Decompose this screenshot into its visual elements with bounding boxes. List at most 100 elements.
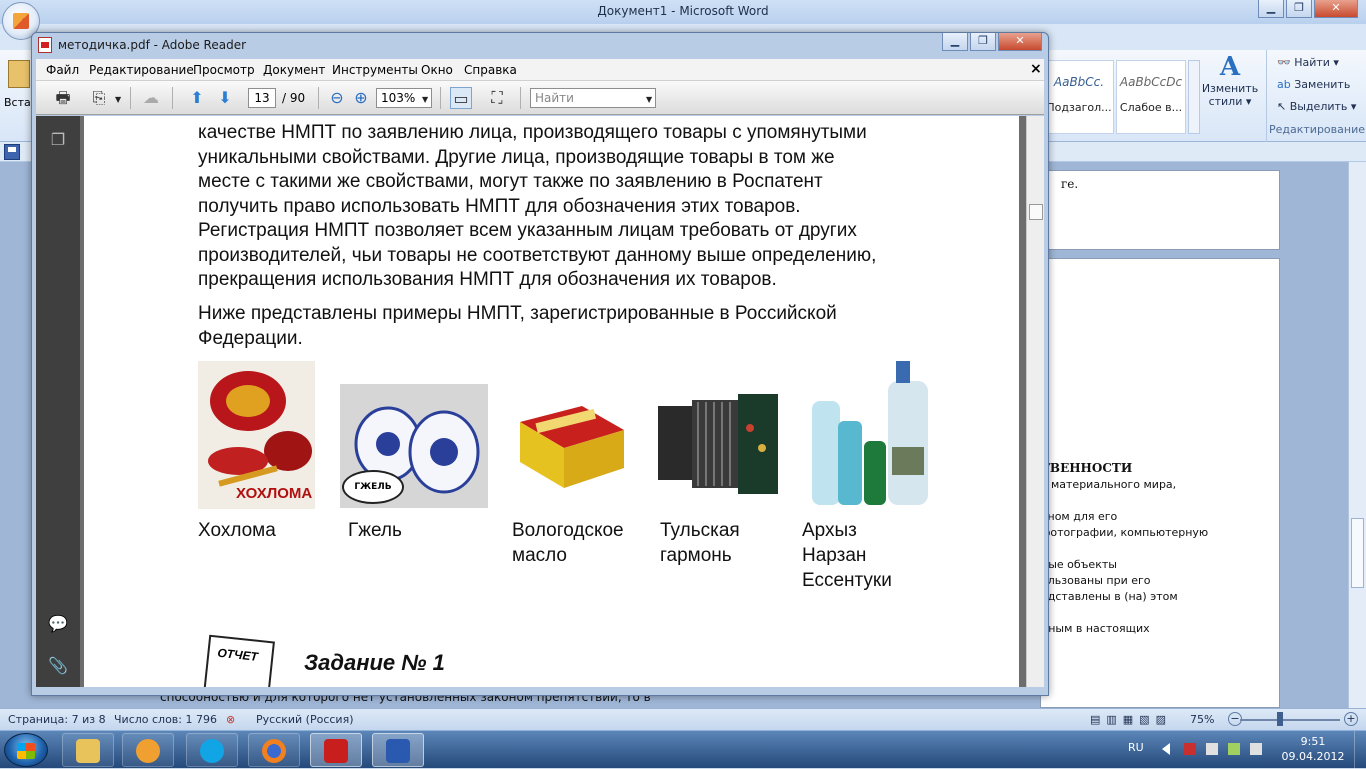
network-error-icon[interactable] [1184, 743, 1196, 755]
word-text-line: ге. [1061, 177, 1079, 191]
next-page-icon[interactable]: ⬇ [214, 87, 236, 109]
pdf-text-line: качестве НМПТ по заявлению лица, произво… [198, 122, 867, 143]
reader-menubar: Файл Редактирование Просмотр Документ Ин… [36, 59, 1044, 81]
signal-icon[interactable] [1228, 743, 1240, 755]
taskbar-firefox[interactable] [248, 733, 300, 767]
zoom-out-icon[interactable]: ⊖ [326, 87, 348, 109]
status-page[interactable]: Страница: 7 из 8 [8, 713, 106, 726]
pdf-text-line: Федерации. [198, 327, 303, 349]
fit-page-icon[interactable]: ▭ [450, 87, 472, 109]
toolbar-separator [130, 87, 131, 109]
volume-icon[interactable] [1250, 743, 1262, 755]
toolbar-separator [318, 87, 319, 109]
style-subtitle[interactable]: AaBbCc. Подзагол... [1044, 60, 1114, 134]
find-dropdown-icon[interactable]: ▼ [646, 95, 652, 104]
paste-button[interactable]: Вста [4, 56, 34, 136]
zoom-slider-thumb[interactable] [1277, 712, 1283, 726]
input-language[interactable]: RU [1128, 741, 1144, 754]
word-text-line: ользованы при его [1041, 574, 1151, 587]
pdf-text-line: получить право использовать НМПТ для обо… [198, 195, 801, 217]
menu-help[interactable]: Справка [464, 63, 517, 77]
show-desktop-button[interactable] [1354, 731, 1366, 769]
tray-clock[interactable]: 9:51 09.04.2012 [1278, 734, 1348, 764]
find-label: Найти [1294, 56, 1330, 69]
navigation-sidebar: ❐ 💬 📎 [36, 116, 80, 687]
view-buttons-icon[interactable]: ▤▥▦▧▨ [1090, 713, 1172, 726]
word-scroll-thumb[interactable] [1351, 518, 1364, 588]
water-bottles-icon [812, 361, 928, 505]
word-restore-button[interactable]: ❐ [1286, 0, 1312, 18]
taskbar-adobe-reader[interactable] [310, 733, 362, 767]
word-close-button[interactable]: ✕ [1314, 0, 1358, 18]
previous-page-icon[interactable]: ⬆ [186, 87, 208, 109]
taskbar-skype[interactable] [186, 733, 238, 767]
gzhel-image: ГЖЕЛЬ [340, 384, 488, 508]
zoom-in-icon[interactable]: + [1344, 712, 1358, 726]
pdf-vertical-scrollbar[interactable] [1026, 116, 1044, 687]
word-text-line: ные объекты [1041, 558, 1117, 571]
gzhel-logo-text: ГЖЕЛЬ [354, 482, 392, 492]
caption-gzhel: Гжель [348, 518, 402, 543]
menu-document[interactable]: Документ [263, 63, 325, 77]
pdf-page: качестве НМПТ по заявлению лица, произво… [84, 116, 1019, 687]
document-close-icon[interactable]: × [1030, 61, 1042, 77]
print-icon[interactable]: 🖶 [52, 87, 74, 109]
status-word-count[interactable]: Число слов: 1 796 [114, 713, 217, 726]
word-vertical-scrollbar[interactable] [1348, 162, 1366, 708]
find-input[interactable]: Найти [530, 88, 656, 108]
change-styles-icon: A [1219, 52, 1241, 82]
pdf-text-line: производителей, чьи товары не соответств… [198, 244, 877, 266]
taskbar-media-player[interactable] [122, 733, 174, 767]
pages-panel-icon[interactable]: ❐ [48, 130, 68, 150]
fit-width-icon[interactable]: ⛶ [486, 87, 508, 109]
word-minimize-button[interactable]: ▁ [1258, 0, 1284, 18]
pdf-scroll-thumb[interactable] [1029, 204, 1043, 220]
zoom-dropdown-icon[interactable]: ▼ [422, 95, 428, 104]
pdf-file-icon [38, 37, 52, 53]
caption-line: масло [512, 545, 567, 566]
clock-date: 09.04.2012 [1281, 750, 1345, 763]
reader-close-button[interactable]: ✕ [998, 33, 1042, 51]
spellcheck-icon[interactable]: ⊗ [226, 713, 235, 726]
editing-group-label: Редактирование [1269, 123, 1365, 136]
caption-line: Хохлома [198, 520, 276, 541]
comments-panel-icon[interactable]: 💬 [48, 614, 68, 634]
menu-view[interactable]: Просмотр [193, 63, 255, 77]
reader-restore-button[interactable]: ❐ [970, 33, 996, 51]
menu-window[interactable]: Окно [421, 63, 453, 77]
pdf-text-line: Регистрация НМПТ позволяет всем указанны… [198, 220, 857, 241]
status-language[interactable]: Русский (Россия) [256, 713, 354, 726]
tray-expand-icon[interactable] [1162, 743, 1170, 755]
styles-scroll[interactable] [1188, 60, 1200, 134]
select-button[interactable]: ↖ Выделить ▾ [1277, 100, 1356, 113]
change-styles-button[interactable]: A Изменить стили ▾ [1200, 52, 1260, 108]
menu-edit[interactable]: Редактирование [89, 63, 194, 77]
toolbar-separator [440, 87, 441, 109]
share-dropdown-icon[interactable]: ▼ [115, 95, 121, 104]
zoom-in-icon[interactable]: ⊕ [350, 87, 372, 109]
start-button[interactable] [4, 733, 48, 767]
taskbar-word[interactable] [372, 733, 424, 767]
page-number-input[interactable]: 13 [248, 88, 276, 108]
menu-file[interactable]: Файл [46, 63, 79, 77]
reader-titlebar: методичка.pdf - Adobe Reader ▁ ❐ ✕ [32, 33, 1048, 57]
caption-line: Вологодское [512, 520, 624, 541]
style-name: Слабое в... [1119, 101, 1183, 114]
taskbar-explorer[interactable] [62, 733, 114, 767]
firefox-icon [262, 739, 286, 763]
zoom-percent[interactable]: 75% [1190, 713, 1214, 726]
zoom-slider-track[interactable] [1240, 719, 1340, 721]
change-styles-label-2: стили [1208, 95, 1243, 108]
attachments-panel-icon[interactable]: 📎 [48, 656, 68, 676]
find-button[interactable]: 👓 Найти ▾ [1277, 56, 1339, 69]
caption-line: Архыз [802, 520, 857, 541]
replace-button[interactable]: ab Заменить [1277, 78, 1350, 91]
menu-tools[interactable]: Инструменты [332, 63, 418, 77]
caption-line: гармонь [660, 545, 732, 566]
share-icon[interactable]: ⎘ [88, 87, 110, 109]
reader-minimize-button[interactable]: ▁ [942, 33, 968, 51]
style-subtle-emphasis[interactable]: AaBbCcDc Слабое в... [1116, 60, 1186, 134]
save-icon[interactable] [4, 144, 20, 160]
pdf-text-line: уникальными свойствами. Другие лица, про… [198, 146, 835, 168]
action-center-icon[interactable] [1206, 743, 1218, 755]
